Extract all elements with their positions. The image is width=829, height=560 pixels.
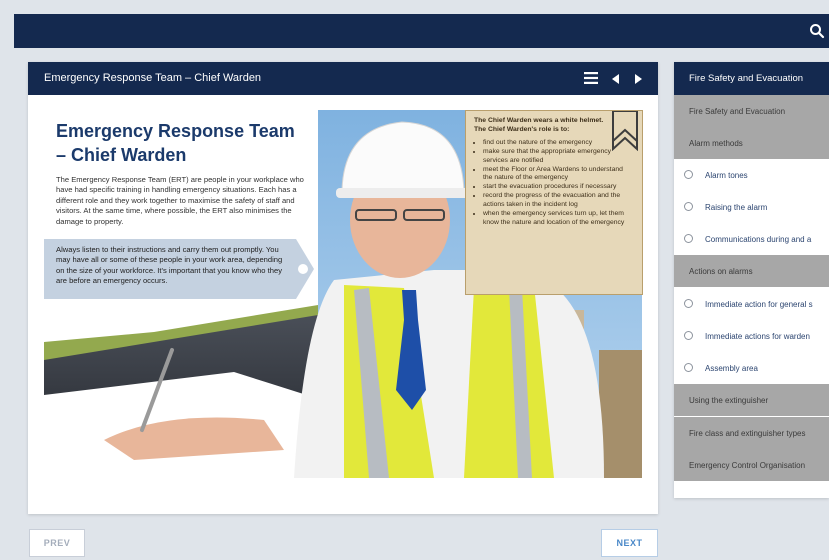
top-bar [14, 14, 829, 48]
sidebar-item-immediate-actions-wardens[interactable]: Immediate actions for warden [674, 320, 829, 352]
chief-warden-role-box: The Chief Warden wears a white helmet. T… [465, 110, 643, 295]
intro-paragraph: The Emergency Response Team (ERT) are pe… [56, 175, 304, 226]
progress-circle-icon [684, 331, 693, 340]
role-list-item: when the emergency services turn up, let… [483, 210, 634, 228]
role-box-lead: The Chief Warden wears a white helmet. T… [474, 117, 604, 133]
page-title: Emergency Response Team – Chief Warden [56, 121, 295, 165]
sidebar-item-immediate-action-general[interactable]: Immediate action for general s [674, 288, 829, 320]
sidebar-item-fire-safety[interactable]: Fire Safety and Evacuation [674, 95, 829, 127]
progress-circle-icon [684, 170, 693, 179]
lesson-header: Emergency Response Team – Chief Warden [28, 62, 658, 95]
sidebar-item-raising-alarm[interactable]: Raising the alarm [674, 191, 829, 223]
role-list-item: meet the Floor or Area Wardens to unders… [483, 166, 634, 184]
role-list-item: record the progress of the evacuation an… [483, 192, 634, 210]
role-list-item: start the evacuation procedures if neces… [483, 183, 634, 192]
sidebar-item-fire-class[interactable]: Fire class and extinguisher types [674, 417, 829, 449]
lesson-title: Emergency Response Team – Chief Warden [44, 72, 262, 84]
sidebar-item-communications[interactable]: Communications during and a [674, 223, 829, 255]
prev-button[interactable]: PREV [29, 529, 85, 557]
progress-circle-icon [684, 299, 693, 308]
course-outline-sidebar: Fire Safety and Evacuation Fire Safety a… [674, 62, 829, 498]
sidebar-item-emergency-control[interactable]: Emergency Control Organisation [674, 449, 829, 481]
sidebar-item-actions-on-alarms[interactable]: Actions on alarms [674, 255, 829, 287]
search-icon[interactable] [809, 23, 825, 39]
sidebar-item-assembly-area[interactable]: Assembly area [674, 352, 829, 384]
menu-icon[interactable] [584, 71, 598, 89]
progress-circle-icon [684, 234, 693, 243]
callout-box: Always listen to their instructions and … [44, 239, 296, 299]
callout-dot [298, 264, 308, 274]
previous-arrow-icon[interactable] [612, 71, 620, 89]
bookmark-icon [612, 111, 638, 151]
lesson-header-controls [584, 71, 642, 89]
sidebar-item-alarm-tones[interactable]: Alarm tones [674, 159, 829, 191]
role-list: find out the nature of the emergency mak… [474, 139, 634, 228]
sidebar-item-using-extinguisher[interactable]: Using the extinguisher [674, 384, 829, 416]
progress-circle-icon [684, 363, 693, 372]
sidebar-item-alarm-methods[interactable]: Alarm methods [674, 127, 829, 159]
lesson-card: Emergency Response Team – Chief Warden E… [28, 62, 658, 514]
progress-circle-icon [684, 202, 693, 211]
next-arrow-icon[interactable] [634, 71, 642, 89]
callout-text: Always listen to their instructions and … [56, 245, 283, 286]
sidebar-title: Fire Safety and Evacuation [674, 62, 829, 95]
next-button[interactable]: NEXT [601, 529, 658, 557]
